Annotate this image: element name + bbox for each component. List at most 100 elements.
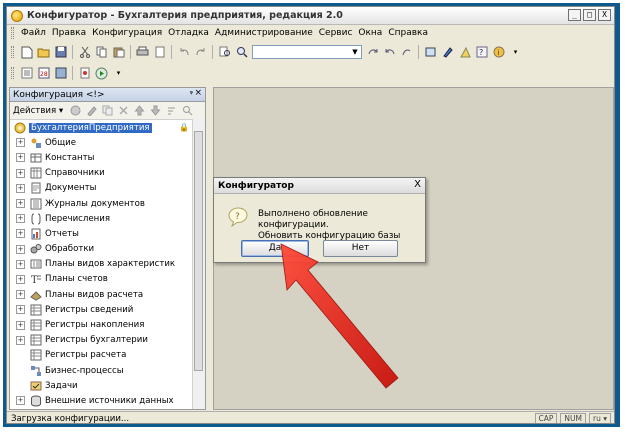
expand-icon[interactable]: + [16, 199, 25, 209]
menu-help[interactable]: Справка [385, 28, 431, 38]
tree-item[interactable]: + Внешние источники данных [10, 393, 205, 408]
expand-icon[interactable]: + [16, 335, 25, 345]
tree-item-label: Регистры накопления [45, 320, 145, 331]
expand-icon[interactable]: + [16, 229, 25, 239]
find-item-icon[interactable] [180, 104, 194, 118]
tree-item[interactable]: + Общие [10, 135, 205, 150]
pin-icon[interactable]: ᵠ [190, 89, 193, 98]
preview-icon[interactable] [152, 45, 167, 60]
config-tree-icon[interactable] [19, 66, 34, 81]
tree-item[interactable]: Задачи [10, 378, 205, 393]
info-icon[interactable]: i [491, 45, 506, 60]
close-button[interactable]: X [598, 9, 611, 21]
assistant-icon[interactable] [457, 45, 472, 60]
search-all-icon[interactable] [399, 45, 414, 60]
update-config-icon[interactable] [53, 66, 68, 81]
cut-icon[interactable] [77, 45, 92, 60]
tree-item[interactable]: + Отчеты [10, 226, 205, 241]
menu-service[interactable]: Сервис [316, 28, 356, 38]
tree-item[interactable]: + Планы видов характеристик [10, 257, 205, 272]
expand-icon[interactable]: + [16, 274, 25, 284]
num-indicator: NUM [560, 412, 586, 423]
tree-item[interactable]: + Справочники [10, 166, 205, 181]
tree-item[interactable]: + Планы видов расчета [10, 287, 205, 302]
no-button[interactable]: Нет [323, 240, 398, 257]
search-combo[interactable]: ▼ [252, 45, 362, 59]
sort-icon[interactable] [164, 104, 178, 118]
maximize-button[interactable]: □ [583, 9, 596, 21]
expand-icon[interactable]: + [16, 168, 25, 178]
toolbar-grip[interactable] [11, 67, 14, 79]
expand-icon[interactable]: + [16, 214, 25, 224]
syntax-check-icon[interactable] [440, 45, 455, 60]
menu-configuration[interactable]: Конфигурация [89, 28, 165, 38]
tree-item[interactable]: + Перечисления [10, 211, 205, 226]
tree-item[interactable]: Регистры расчета [10, 348, 205, 363]
search-icon[interactable] [234, 45, 249, 60]
toolbar-menu-icon[interactable]: ▾ [508, 45, 523, 60]
move-down-icon[interactable] [148, 104, 162, 118]
open-config-icon[interactable] [423, 45, 438, 60]
toolbar-grip[interactable] [11, 46, 14, 58]
copy-item-icon[interactable] [100, 104, 114, 118]
tree-item[interactable]: + Обработки [10, 242, 205, 257]
panel-close-icon[interactable]: × [194, 88, 202, 98]
expand-icon[interactable]: + [16, 138, 25, 148]
yes-button[interactable]: Да [241, 240, 309, 257]
print-icon[interactable] [135, 45, 150, 60]
save-icon[interactable] [53, 45, 68, 60]
debug-menu-icon[interactable]: ▾ [111, 66, 126, 81]
menu-edit[interactable]: Правка [49, 28, 89, 38]
move-up-icon[interactable] [132, 104, 146, 118]
menu-grip[interactable] [11, 27, 14, 39]
tree-item[interactable]: Бизнес-процессы [10, 363, 205, 378]
menu-windows[interactable]: Окна [355, 28, 385, 38]
tree-item[interactable]: + Регистры сведений [10, 302, 205, 317]
minimize-button[interactable]: _ [568, 9, 581, 21]
expand-icon[interactable]: + [16, 244, 25, 254]
tree-item[interactable]: + Регистры накопления [10, 317, 205, 332]
undo-icon[interactable] [176, 45, 191, 60]
delete-icon[interactable] [116, 104, 130, 118]
language-indicator[interactable]: ru ▾ [589, 412, 611, 423]
expand-icon[interactable]: + [16, 305, 25, 315]
scrollbar-thumb[interactable] [194, 131, 203, 371]
tree-scrollbar[interactable] [192, 119, 205, 409]
breakpoint-icon[interactable] [77, 66, 92, 81]
tree-item[interactable]: + Документы [10, 181, 205, 196]
expand-icon[interactable]: + [16, 153, 25, 163]
find-next-icon[interactable] [365, 45, 380, 60]
run-debug-icon[interactable] [94, 66, 109, 81]
chevron-down-icon[interactable]: ▼ [350, 47, 360, 57]
menu-debug[interactable]: Отладка [165, 28, 212, 38]
tree-item[interactable]: + T Планы счетов [10, 272, 205, 287]
tree-item[interactable]: + Регистры бухгалтерии [10, 333, 205, 348]
expand-icon[interactable]: + [16, 320, 25, 330]
tree-item[interactable]: + Журналы документов [10, 196, 205, 211]
title-bar[interactable]: Конфигуратор - Бухгалтерия предприятия, … [7, 7, 614, 25]
copy-icon[interactable] [94, 45, 109, 60]
expand-icon[interactable]: + [16, 183, 25, 193]
panel-splitter[interactable] [207, 87, 212, 410]
register-icon [30, 334, 42, 346]
dialog-title-bar[interactable]: Конфигуратор X [214, 178, 425, 194]
find-prev-icon[interactable] [382, 45, 397, 60]
expand-icon[interactable]: + [16, 290, 25, 300]
find-in-files-icon[interactable] [217, 45, 232, 60]
help-icon[interactable]: ? [474, 45, 489, 60]
tree-item[interactable]: + Константы [10, 150, 205, 165]
add-icon[interactable] [68, 104, 82, 118]
open-icon[interactable] [36, 45, 51, 60]
redo-icon[interactable] [193, 45, 208, 60]
new-icon[interactable] [19, 45, 34, 60]
menu-administration[interactable]: Администрирование [212, 28, 316, 38]
expand-icon[interactable]: + [16, 396, 25, 406]
actions-menu[interactable]: Действия ▾ [13, 106, 63, 116]
paste-icon[interactable] [111, 45, 126, 60]
edit-icon[interactable] [84, 104, 98, 118]
expand-icon[interactable]: + [16, 259, 25, 269]
tree-root[interactable]: БухгалтерияПредприятия 🔒 [10, 120, 205, 135]
dialog-close-button[interactable]: X [414, 179, 421, 190]
calendar-icon[interactable]: 28 [36, 66, 51, 81]
menu-file[interactable]: Файл [18, 28, 49, 38]
